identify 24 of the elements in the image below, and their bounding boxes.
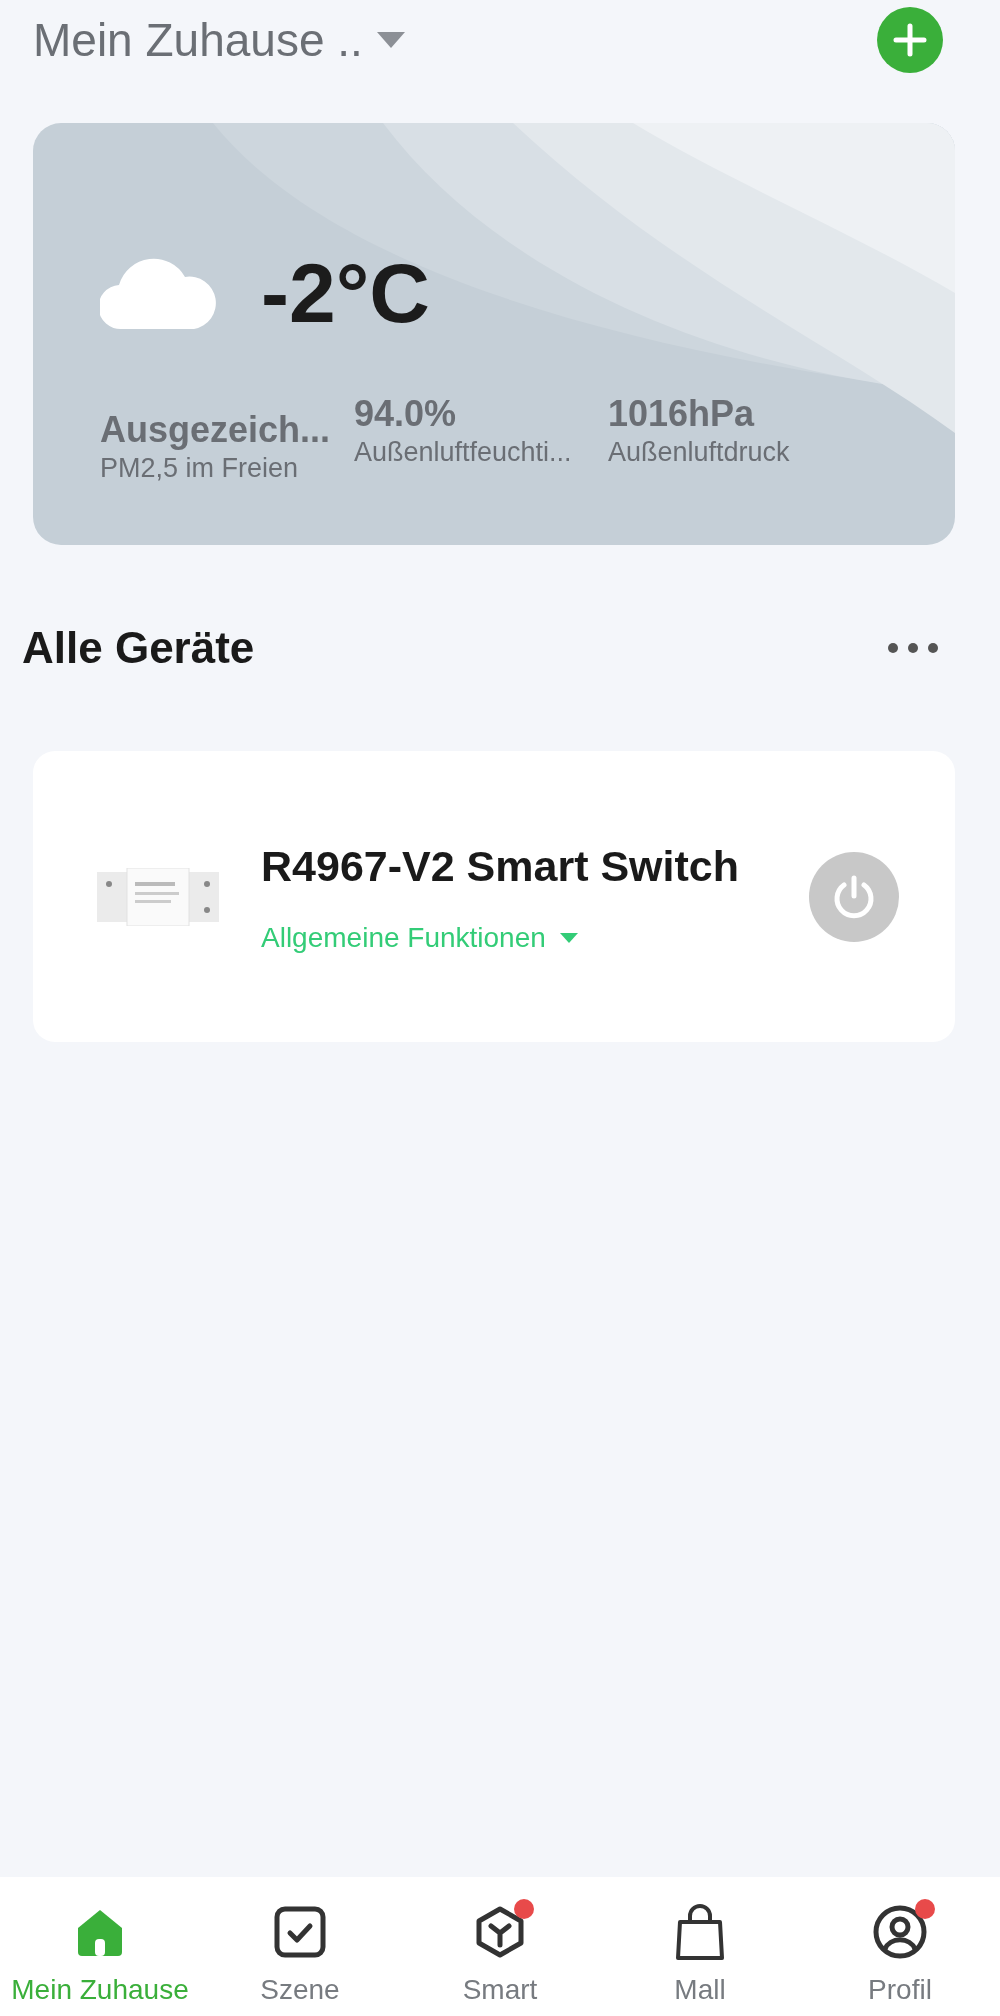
stat-label: PM2,5 im Freien [100,452,300,485]
cube-icon [474,1906,526,1958]
stat-value: 1016hPa [608,392,756,436]
user-icon [873,1905,927,1959]
stat-label: Außenluftdruck [608,436,791,469]
nav-tab[interactable]: Mein Zuhause [0,1903,200,2016]
plus-icon [893,23,927,57]
stat-label: Außenluftfeuchti... [354,436,573,469]
dropdown-icon[interactable] [559,932,578,943]
home-name[interactable]: Mein Zuhause .. [33,5,363,75]
stat-value: Ausgezeich... [100,408,332,452]
shopping-bag-icon [674,1904,726,1960]
stat-value: 94.0% [354,392,458,436]
more-icon[interactable] [888,643,938,653]
section-title: Alle Geräte [22,622,255,674]
nav-tab[interactable]: Mall [600,1903,800,2016]
dropdown-icon[interactable] [376,32,405,48]
nav-tab[interactable]: Profil [800,1903,1000,2016]
nav-tab[interactable]: Smart [400,1903,600,2016]
nav-tab[interactable]: Szene [200,1903,400,2016]
temperature: -2°C [261,251,430,335]
checkbox-icon [274,1906,326,1958]
device-name: R4967-V2 Smart Switch [261,841,740,893]
device-card[interactable]: R4967-V2 Smart Switch Allgemeine Funktionen [33,751,955,1042]
